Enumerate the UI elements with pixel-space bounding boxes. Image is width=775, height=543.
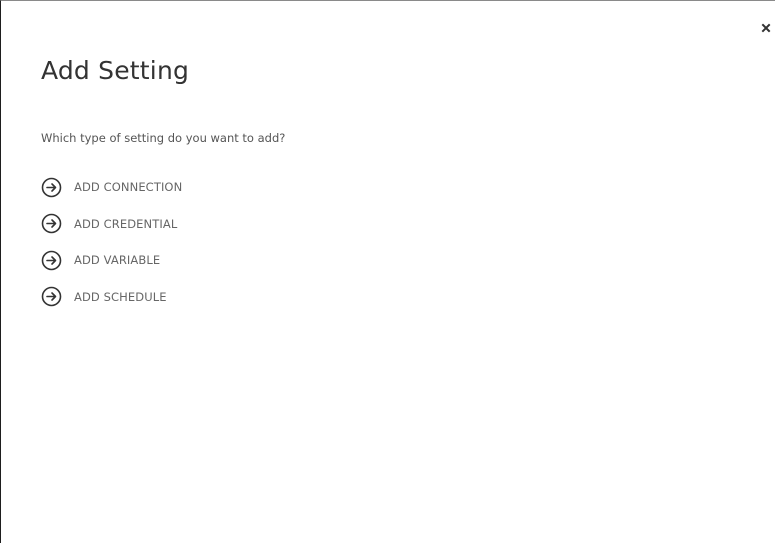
add-variable-option[interactable]: ADD VARIABLE [41, 249, 182, 271]
circle-arrow-right-icon [41, 250, 62, 271]
add-connection-option[interactable]: ADD CONNECTION [41, 176, 182, 198]
add-credential-option[interactable]: ADD CREDENTIAL [41, 213, 182, 235]
add-variable-label: ADD VARIABLE [74, 253, 161, 267]
close-icon [761, 23, 771, 33]
circle-arrow-right-icon [41, 177, 62, 198]
circle-arrow-right-icon [41, 286, 62, 307]
add-connection-label: ADD CONNECTION [74, 180, 183, 194]
circle-arrow-right-icon [41, 213, 62, 234]
setting-type-list: ADD CONNECTION ADD CREDENTIAL ADD VARIAB… [41, 176, 182, 322]
close-button[interactable] [760, 22, 772, 34]
add-setting-dialog: Add Setting Which type of setting do you… [0, 0, 775, 543]
dialog-prompt: Which type of setting do you want to add… [41, 131, 286, 145]
add-schedule-option[interactable]: ADD SCHEDULE [41, 286, 182, 308]
add-schedule-label: ADD SCHEDULE [74, 289, 167, 304]
dialog-title: Add Setting [41, 56, 190, 85]
add-credential-label: ADD CREDENTIAL [74, 216, 178, 231]
